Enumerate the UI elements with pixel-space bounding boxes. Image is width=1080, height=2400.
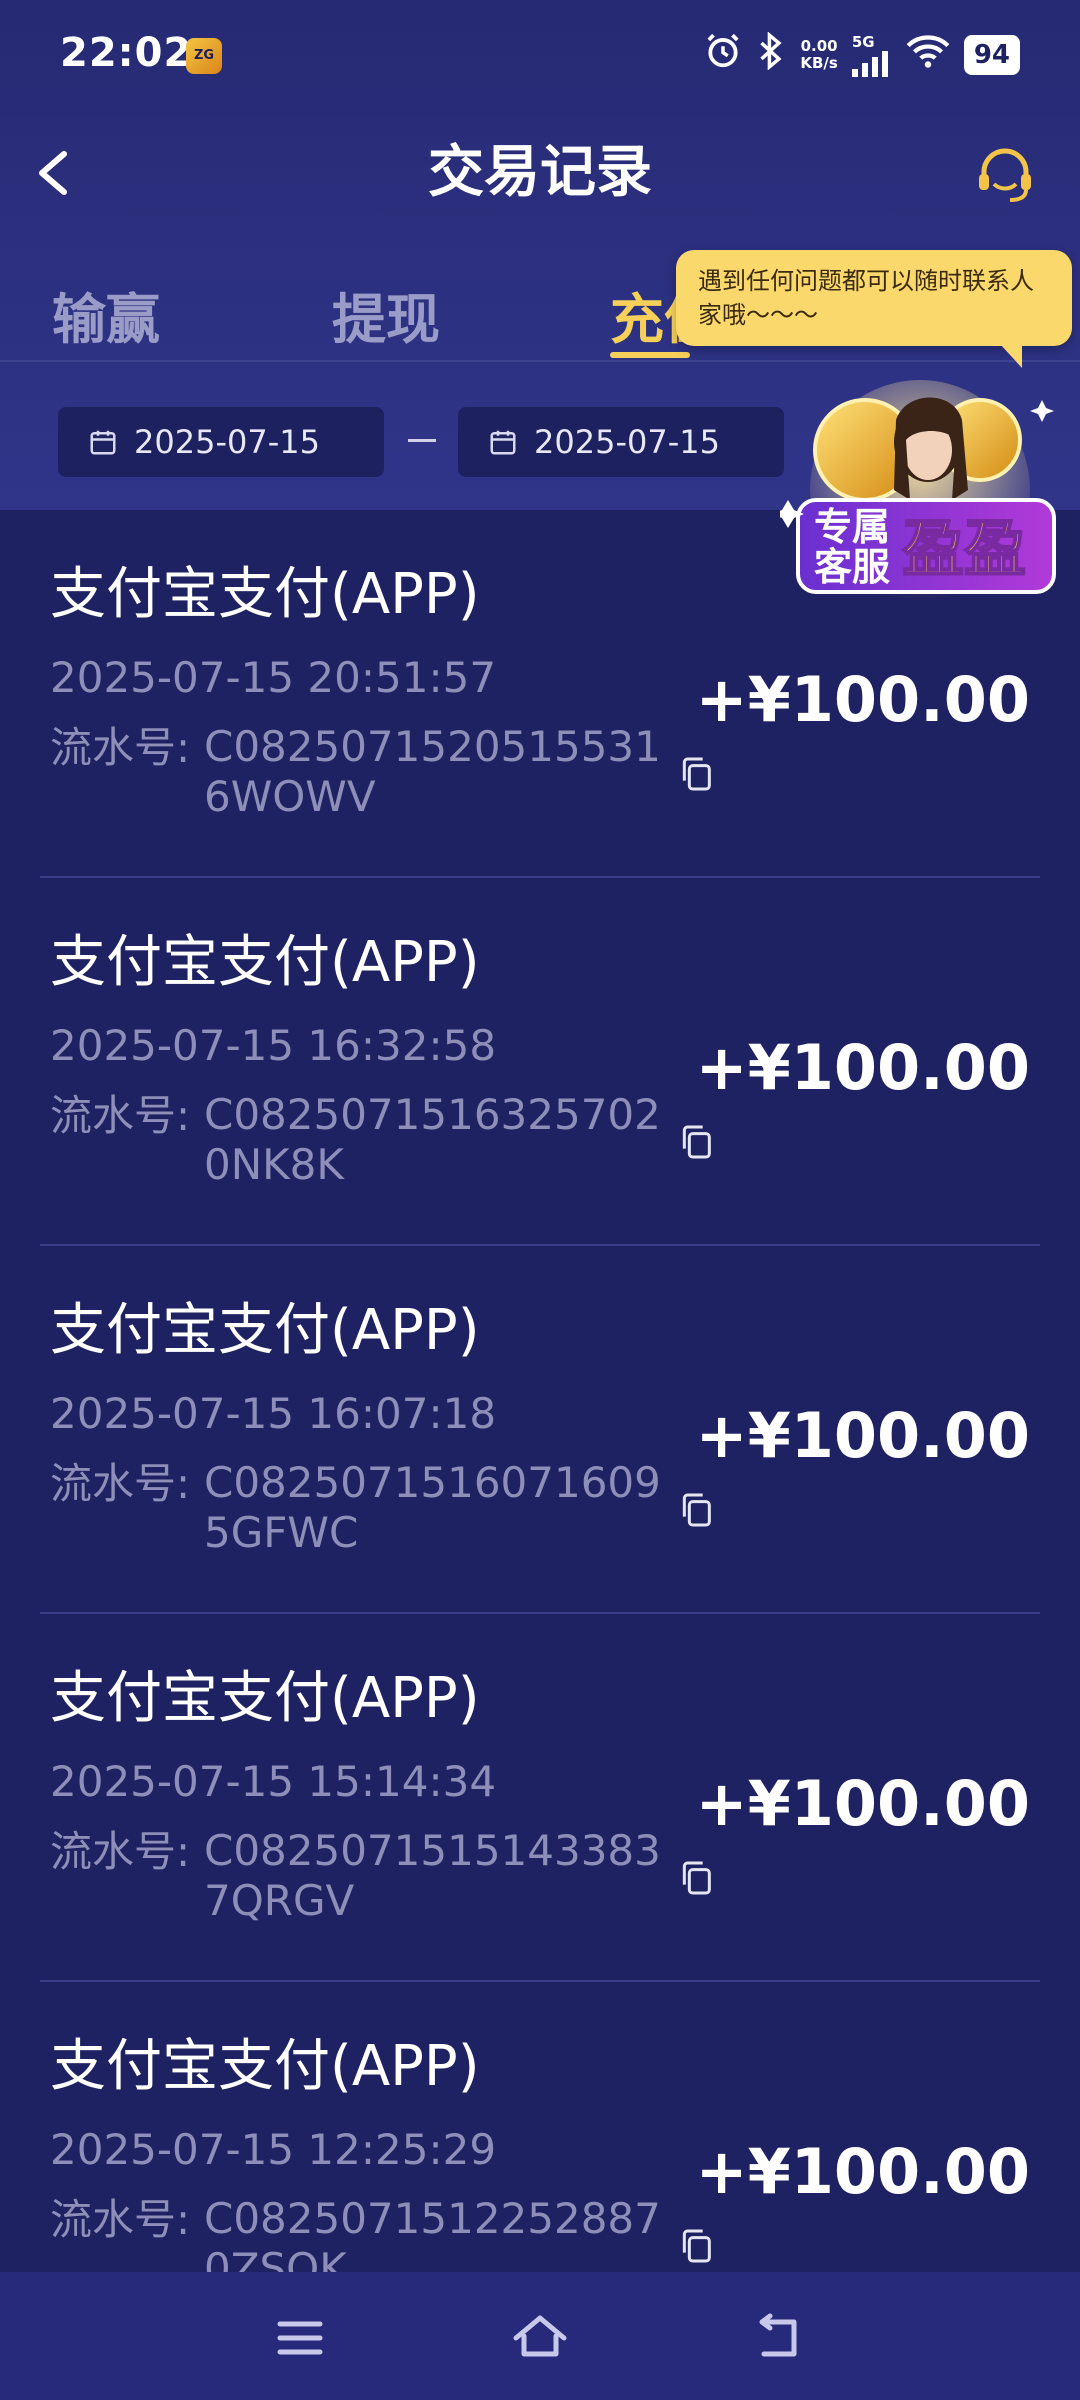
battery-indicator: 94 xyxy=(963,35,1020,75)
transaction-amount: +¥100.00 xyxy=(695,1399,1030,1472)
customer-service-button[interactable] xyxy=(970,140,1040,210)
payment-method: 支付宝支付(APP) xyxy=(50,1298,480,1363)
status-time: 22:02 xyxy=(60,30,193,76)
back-nav-icon[interactable] xyxy=(750,2308,810,2368)
active-tab-indicator xyxy=(610,352,690,358)
copy-icon[interactable] xyxy=(676,1490,716,1530)
start-date-picker[interactable]: 2025-07-15 xyxy=(58,407,384,477)
transaction-row[interactable]: 支付宝支付(APP) 2025-07-15 16:07:18 流水号: C082… xyxy=(40,1246,1040,1614)
calendar-icon xyxy=(490,430,516,455)
bluetooth-icon xyxy=(756,30,786,79)
serial-number: C08250715205155316WOWV xyxy=(204,722,661,821)
serial-label: 流水号: xyxy=(50,1459,191,1508)
serial-number: C08250715163257020NK8K xyxy=(204,1090,661,1189)
copy-icon[interactable] xyxy=(676,1122,716,1162)
tab-withdraw[interactable]: 提现 xyxy=(332,280,440,360)
menu-icon[interactable] xyxy=(270,2308,330,2368)
transaction-amount: +¥100.00 xyxy=(695,1767,1030,1840)
service-tooltip[interactable]: 遇到任何问题都可以随时联系人家哦～～～ xyxy=(676,250,1072,368)
network-type: 5G xyxy=(851,33,875,51)
nav-bar: 交易记录 xyxy=(0,120,1080,230)
tab-win-loss[interactable]: 输赢 xyxy=(52,280,160,360)
headset-icon xyxy=(979,148,1031,202)
transaction-time: 2025-07-15 16:32:58 xyxy=(50,1021,497,1070)
transaction-time: 2025-07-15 20:51:57 xyxy=(50,653,497,702)
copy-icon[interactable] xyxy=(676,754,716,794)
net-speed-unit: KB/s xyxy=(800,54,838,72)
status-bar: 22:02 ZG 0.00 KB/s 5G 94 xyxy=(0,0,1080,110)
transaction-time: 2025-07-15 12:25:29 xyxy=(50,2125,497,2174)
transaction-amount: +¥100.00 xyxy=(695,1031,1030,1104)
net-speed-value: 0.00 xyxy=(800,37,838,55)
payment-method: 支付宝支付(APP) xyxy=(50,930,480,995)
start-date-value: 2025-07-15 xyxy=(134,423,320,461)
calendar-icon xyxy=(90,430,116,455)
payment-method: 支付宝支付(APP) xyxy=(50,562,480,627)
payment-method: 支付宝支付(APP) xyxy=(50,2034,480,2099)
serial-label: 流水号: xyxy=(50,2195,191,2244)
end-date-value: 2025-07-15 xyxy=(534,423,720,461)
serial-label: 流水号: xyxy=(50,1827,191,1876)
transaction-row[interactable]: 支付宝支付(APP) 2025-07-15 20:51:57 流水号: C082… xyxy=(40,510,1040,878)
wifi-icon xyxy=(906,33,950,78)
serial-number: C08250715160716095GFWC xyxy=(204,1458,661,1557)
end-date-picker[interactable]: 2025-07-15 xyxy=(458,407,784,477)
date-separator xyxy=(408,439,436,442)
serial-label: 流水号: xyxy=(50,1091,191,1140)
tab-divider xyxy=(0,360,1080,362)
serial-number: C08250715151433837QRGV xyxy=(204,1826,661,1925)
system-nav-bar xyxy=(0,2272,1080,2400)
transaction-row[interactable]: 支付宝支付(APP) 2025-07-15 15:14:34 流水号: C082… xyxy=(40,1614,1040,1982)
page-title: 交易记录 xyxy=(428,140,652,205)
payment-method: 支付宝支付(APP) xyxy=(50,1666,480,1731)
home-icon[interactable] xyxy=(510,2308,570,2368)
app-badge-icon: ZG xyxy=(186,38,222,74)
copy-icon[interactable] xyxy=(676,2226,716,2266)
copy-icon[interactable] xyxy=(676,1858,716,1898)
alarm-icon xyxy=(704,32,742,79)
transaction-amount: +¥100.00 xyxy=(695,663,1030,736)
net-speed: 0.00 KB/s xyxy=(800,38,837,72)
serial-label: 流水号: xyxy=(50,723,191,772)
transaction-row[interactable]: 支付宝支付(APP) 2025-07-15 16:32:58 流水号: C082… xyxy=(40,878,1040,1246)
transaction-time: 2025-07-15 16:07:18 xyxy=(50,1389,497,1438)
cell-signal-icon: 5G xyxy=(851,33,892,77)
transaction-time: 2025-07-15 15:14:34 xyxy=(50,1757,497,1806)
transaction-amount: +¥100.00 xyxy=(695,2135,1030,2208)
